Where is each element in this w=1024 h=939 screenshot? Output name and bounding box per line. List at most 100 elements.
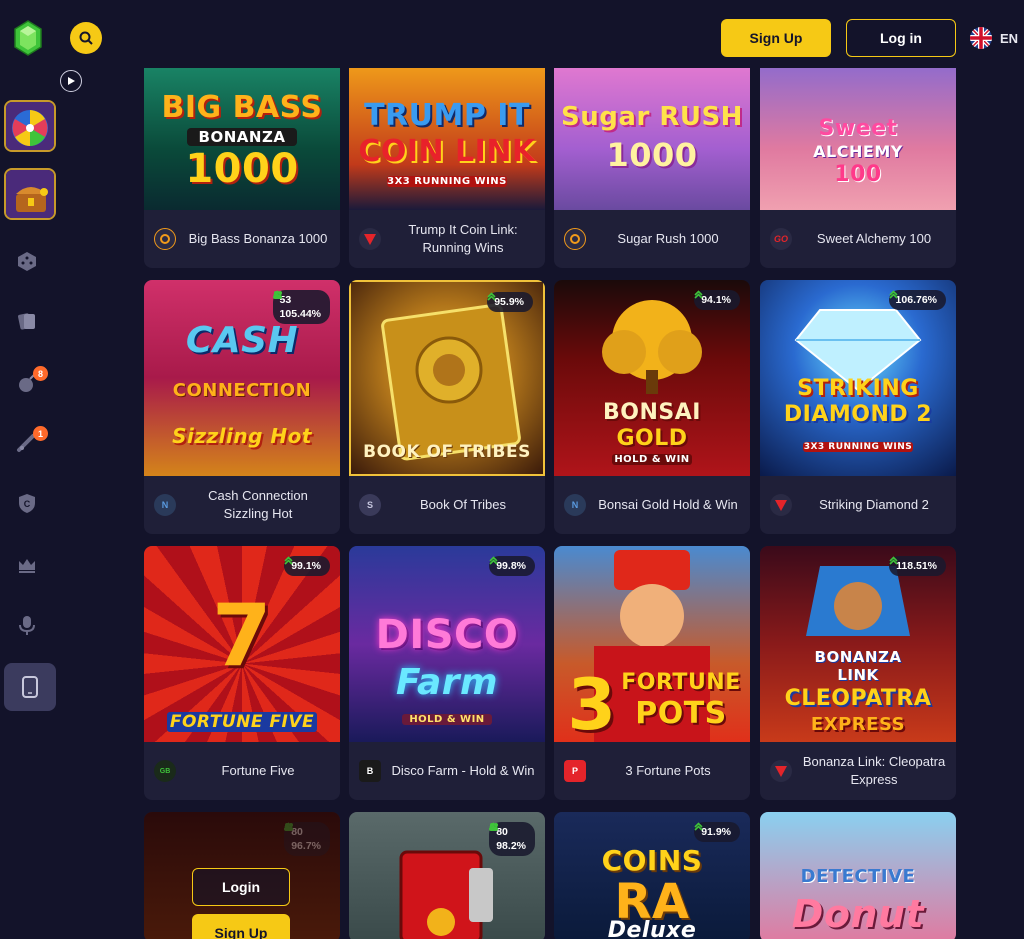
game-card[interactable]: Sweet ALCHEMY 100 GO Sweet Alchemy 100 [760, 58, 956, 268]
game-thumbnail[interactable]: BONANZA LINK CLEOPATRA EXPRESS 118.51% [760, 546, 956, 742]
rtp-badge: 99.1% [284, 556, 330, 576]
game-art-title: BOOK OF TRIBES [363, 442, 531, 462]
game-thumbnail[interactable]: DETECTIVE Donut [760, 812, 956, 939]
game-card[interactable]: BOOK OF TRIBES 95.9% S Book Of Tribes [349, 280, 545, 534]
rtp-badge: 53 105.44% [272, 290, 330, 324]
game-thumbnail[interactable]: 80 98.2% [349, 812, 545, 939]
rtp-badge: 118.51% [889, 556, 946, 576]
game-thumbnail[interactable]: BONSAI GOLD HOLD & WIN 94.1% [554, 280, 750, 476]
crown-icon[interactable] [14, 552, 40, 578]
sidebar-treasure-promo[interactable] [4, 168, 56, 220]
game-art-title: DETECTIVE [800, 866, 916, 887]
mobile-app-button[interactable] [4, 663, 56, 711]
game-thumbnail[interactable]: 7 FORTUNE FIVE 99.1% [144, 546, 340, 742]
game-art-tagline: HOLD & WIN [612, 454, 692, 465]
rtp-value: 98.2% [496, 840, 526, 852]
overlay-signup-button[interactable]: Sign Up [192, 914, 290, 939]
game-art-number: 100 [834, 162, 882, 187]
game-card[interactable]: DISCO Farm HOLD & WIN 99.8% B Disco Farm… [349, 546, 545, 800]
rtp-value: 99.8% [496, 560, 526, 572]
game-info: N Cash Connection Sizzling Hot [144, 476, 340, 534]
game-art-title: COINS [601, 844, 703, 877]
game-title: Sugar Rush 1000 [617, 231, 719, 246]
rtp-up-icon [272, 290, 282, 299]
game-card[interactable]: CASH CONNECTION Sizzling Hot 53 105.44% … [144, 280, 340, 534]
game-card[interactable]: 3 FORTUNE POTS P 3 Fortune Pots [554, 546, 750, 800]
game-thumbnail[interactable]: STRIKING DIAMOND 2 3X3 RUNNING WINS 106.… [760, 280, 956, 476]
game-thumbnail[interactable]: BOOK OF TRIBES 95.9% [349, 280, 545, 476]
rtp-value: 99.1% [291, 560, 321, 572]
game-card[interactable]: 80 96.7% Login Sign Up [144, 812, 340, 939]
game-info: Bonanza Link: Cleopatra Express [760, 742, 956, 800]
game-thumbnail[interactable]: 80 96.7% Login Sign Up [144, 812, 340, 939]
game-art-subtitle: COIN LINK [358, 134, 536, 169]
game-art-subtitle: CONNECTION [172, 380, 312, 401]
game-art-title: BONANZA [814, 648, 902, 666]
game-title: Big Bass Bonanza 1000 [188, 231, 328, 246]
provider-b-icon: B [359, 760, 381, 782]
sidebar: 8 1 C [0, 68, 60, 939]
game-title: 3 Fortune Pots [625, 763, 711, 778]
game-info: GB Fortune Five [144, 742, 340, 800]
cards-icon[interactable] [14, 308, 40, 334]
provider-p-icon: P [564, 760, 586, 782]
game-card[interactable]: 7 FORTUNE FIVE 99.1% GB Fortune Five [144, 546, 340, 800]
game-title: Cash Connection Sizzling Hot [208, 488, 308, 521]
game-info: GO Sweet Alchemy 100 [760, 210, 956, 268]
game-art-subtitle: Donut [791, 892, 925, 936]
game-card[interactable]: DETECTIVE Donut [760, 812, 956, 939]
rtp-up-icon [889, 556, 898, 565]
dice-icon[interactable] [14, 248, 40, 274]
microphone-icon[interactable] [14, 612, 40, 638]
game-info: Striking Diamond 2 [760, 476, 956, 534]
game-art-subtitle: ALCHEMY [813, 142, 903, 161]
game-card[interactable]: BONANZA LINK CLEOPATRA EXPRESS 118.51% B… [760, 546, 956, 800]
game-info: B Disco Farm - Hold & Win [349, 742, 545, 800]
game-art-title: 7 [211, 586, 273, 686]
sidebar-toggle-button[interactable] [60, 70, 82, 92]
rtp-up-icon [284, 822, 293, 831]
game-art-subtitle: POTS [635, 696, 727, 731]
sports-count-badge: 1 [33, 426, 48, 441]
play-icon [68, 77, 75, 85]
rtp-up-icon [489, 822, 498, 831]
overlay-login-button[interactable]: Login [192, 868, 290, 906]
game-art-tagline: EXPRESS [810, 714, 906, 735]
rtp-value: 91.9% [701, 826, 731, 838]
sidebar-wheel-promo[interactable] [4, 100, 56, 152]
game-info: Trump It Coin Link: Running Wins [349, 210, 545, 268]
game-art-number: 1000 [606, 136, 698, 174]
rtp-up-icon [284, 556, 293, 565]
game-art-tagline: HOLD & WIN [402, 714, 492, 725]
game-thumbnail[interactable]: BIG BASS BONANZA 1000 [144, 58, 340, 210]
game-thumbnail[interactable]: 3 FORTUNE POTS [554, 546, 750, 742]
rtp-value: 95.9% [494, 296, 524, 308]
game-card[interactable]: TRUMP IT COIN LINK 3X3 RUNNING WINS Trum… [349, 58, 545, 268]
game-thumbnail[interactable]: DISCO Farm HOLD & WIN 99.8% [349, 546, 545, 742]
signup-button[interactable]: Sign Up [721, 19, 831, 57]
shield-icon[interactable]: C [14, 490, 40, 516]
svg-text:C: C [24, 499, 31, 509]
top-header: Sign Up Log in EN [0, 0, 1024, 68]
language-selector[interactable]: EN [970, 27, 1018, 49]
game-card[interactable]: BONSAI GOLD HOLD & WIN 94.1% N Bonsai Go… [554, 280, 750, 534]
login-button[interactable]: Log in [846, 19, 956, 57]
game-card[interactable]: 80 98.2% [349, 812, 545, 939]
logo-icon[interactable] [14, 20, 42, 56]
provider-red-icon [770, 494, 792, 516]
game-card[interactable]: BIG BASS BONANZA 1000 Big Bass Bonanza 1… [144, 58, 340, 268]
game-thumbnail[interactable]: CASH CONNECTION Sizzling Hot 53 105.44% [144, 280, 340, 476]
game-info: Big Bass Bonanza 1000 [144, 210, 340, 268]
game-thumbnail[interactable]: Sugar RUSH 1000 [554, 58, 750, 210]
game-card[interactable]: COINS RA Deluxe 91.9% [554, 812, 750, 939]
go-icon: GO [770, 228, 792, 250]
rtp-value: 118.51% [896, 560, 937, 572]
game-card[interactable]: STRIKING DIAMOND 2 3X3 RUNNING WINS 106.… [760, 280, 956, 534]
language-label: EN [1000, 30, 1019, 46]
provider-n-icon: N [154, 494, 176, 516]
game-thumbnail[interactable]: COINS RA Deluxe 91.9% [554, 812, 750, 939]
game-card[interactable]: Sugar RUSH 1000 Sugar Rush 1000 [554, 58, 750, 268]
game-thumbnail[interactable]: Sweet ALCHEMY 100 [760, 58, 956, 210]
search-button[interactable] [70, 22, 102, 54]
game-thumbnail[interactable]: TRUMP IT COIN LINK 3X3 RUNNING WINS [349, 58, 545, 210]
